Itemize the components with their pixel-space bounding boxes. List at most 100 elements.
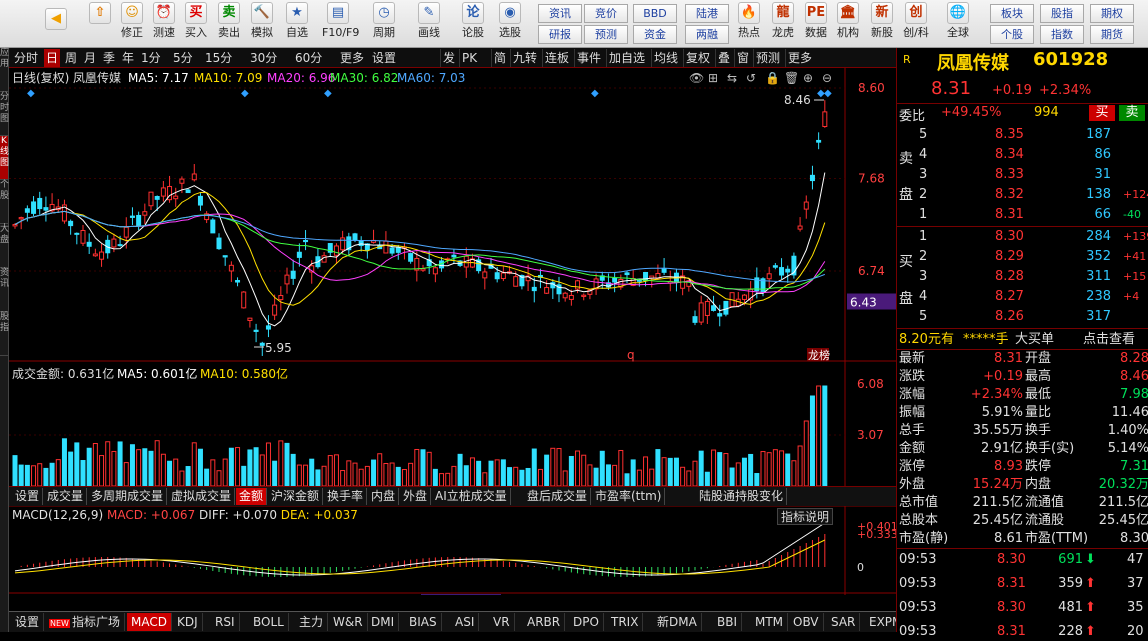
indicator-tab-2[interactable]: MACD (127, 613, 172, 631)
quick-link-资金[interactable]: 资金 (633, 25, 677, 44)
bids-row[interactable]: 1 8.30 284 +139 (897, 228, 1148, 246)
volume-tab-8[interactable]: 外盘 (400, 488, 432, 505)
indicator-tab-12[interactable]: ARBR (523, 613, 566, 631)
volume-tab-9[interactable]: AI立桩成交量 (432, 488, 511, 505)
bids-row[interactable]: 4 8.27 238 +4 (897, 288, 1148, 306)
chart-tool-icon-5[interactable]: 🗑 (784, 71, 799, 85)
asks-row[interactable]: 4 8.34 86 (897, 146, 1148, 164)
chart-tool-0[interactable]: 发 (440, 49, 457, 67)
chart-tool-3[interactable]: 九转 (510, 49, 539, 67)
big-order-row[interactable]: 8.20元有 *****手 大买单 点击查看 (897, 331, 1148, 349)
volume-tab-12[interactable]: 陆股通持股变化 (696, 488, 788, 505)
indicator-tab-9[interactable]: BIAS (405, 613, 442, 631)
chart-tool-7[interactable]: 均线 (651, 49, 680, 67)
indicator-tab-17[interactable]: MTM (751, 613, 789, 631)
volume-tab-7[interactable]: 内盘 (368, 488, 400, 505)
bids-row[interactable]: 5 8.26 317 (897, 308, 1148, 326)
quick-link-预测[interactable]: 预测 (584, 25, 628, 44)
left-tab-4[interactable]: 大盘 (0, 224, 9, 268)
toolbar-button-4[interactable]: 卖卖出 (213, 2, 245, 39)
indicator-tab-13[interactable]: DPO (569, 613, 604, 631)
asks-row[interactable]: 2 8.32 138 +124 (897, 186, 1148, 204)
dragon-tiger-tag[interactable]: 龙榜 (808, 348, 830, 362)
toolbar2-button-1[interactable]: 龍龙虎 (767, 2, 799, 39)
quick-link-两融[interactable]: 两融 (685, 25, 729, 44)
indicator-tab-18[interactable]: OBV (789, 613, 824, 631)
period-tab-1[interactable]: 日 (44, 49, 61, 67)
volume-tab-11[interactable]: 市盈率(ttm) (592, 488, 666, 505)
quick-link-期权[interactable]: 期权 (1090, 4, 1134, 23)
asks-row[interactable]: 5 8.35 187 (897, 126, 1148, 144)
chart-tool-icon-6[interactable]: ⊕ (803, 71, 813, 85)
chart-tool-9[interactable]: 叠 (715, 49, 732, 67)
quick-link-指数[interactable]: 指数 (1040, 25, 1084, 44)
period-tab-12[interactable]: 设置 (370, 49, 398, 67)
chart-tool-icon-2[interactable]: ⇆ (727, 71, 737, 85)
toolbar-button-3[interactable]: 买买入 (180, 2, 212, 39)
event-marker-icon[interactable]: ◆ (324, 88, 332, 99)
indicator-tab-16[interactable]: BBI (713, 613, 743, 631)
volume-tab-4[interactable]: 金额 (236, 488, 268, 505)
chart-tool-8[interactable]: 复权 (683, 49, 712, 67)
volume-tab-6[interactable]: 换手率 (324, 488, 368, 505)
chart-tool-icon-0[interactable]: 👁 (689, 71, 704, 85)
left-tab-6[interactable]: 股指 (0, 312, 9, 356)
toolbar2-button-5[interactable]: 创创/科 (900, 2, 932, 39)
indicator-help-button[interactable]: 指标说明 (777, 508, 834, 525)
asks-row[interactable]: 3 8.33 31 (897, 166, 1148, 184)
chart-tool-4[interactable]: 连板 (542, 49, 571, 67)
toolbar-button-5[interactable]: 🔨 模拟 (246, 2, 278, 39)
volume-tab-1[interactable]: 成交量 (44, 488, 88, 505)
toolbar-button-0[interactable]: ⇧ (84, 2, 116, 26)
volume-tab-10[interactable]: 盘后成交量 (524, 488, 592, 505)
period-tab-10[interactable]: 60分 (293, 49, 324, 67)
toolbar-button-10[interactable]: 论论股 (457, 2, 489, 39)
toolbar2-button-6[interactable]: 🌐 全球 (942, 2, 974, 39)
quick-link-股指[interactable]: 股指 (1040, 4, 1084, 23)
period-tab-3[interactable]: 月 (82, 49, 98, 67)
bids-row[interactable]: 2 8.29 352 +41 (897, 248, 1148, 266)
volume-tab-5[interactable]: 沪深金额 (268, 488, 324, 505)
volume-tab-2[interactable]: 多周期成交量 (88, 488, 168, 505)
toolbar-button-1[interactable]: ☺ 修正 (116, 2, 148, 39)
bids-row[interactable]: 3 8.28 311 +15 (897, 268, 1148, 286)
toolbar2-button-0[interactable]: 🔥 热点 (733, 2, 765, 39)
toolbar-button-9[interactable]: ✎ 画线 (413, 2, 445, 39)
chart-tool-2[interactable]: 简 (491, 49, 508, 67)
quick-link-研报[interactable]: 研报 (538, 25, 582, 44)
indicator-tab-14[interactable]: TRIX (607, 613, 644, 631)
toolbar2-button-3[interactable]: 🏛 机构 (832, 2, 864, 39)
chart-tool-11[interactable]: 预测 (753, 49, 782, 67)
event-marker-icon[interactable]: ◆ (591, 88, 599, 99)
period-tab-7[interactable]: 5分 (171, 49, 195, 67)
chart-tool-10[interactable]: 窗 (734, 49, 751, 67)
chart-tool-icon-7[interactable]: ⊖ (822, 71, 832, 85)
left-tab-5[interactable]: 资讯 (0, 268, 9, 312)
chart-tool-icon-4[interactable]: 🔒 (765, 71, 780, 85)
event-marker-icon[interactable]: ◆ (27, 88, 35, 99)
toolbar2-button-4[interactable]: 新新股 (866, 2, 898, 39)
volume-tab-0[interactable]: 设置 (12, 488, 44, 505)
period-tab-2[interactable]: 周 (63, 49, 79, 67)
quick-link-竞价[interactable]: 竞价 (584, 4, 628, 23)
chart-tool-icon-3[interactable]: ↺ (746, 71, 756, 85)
period-tab-11[interactable]: 更多 (338, 49, 366, 67)
asks-row[interactable]: 1 8.31 66 -40 (897, 206, 1148, 224)
indicator-tab-7[interactable]: W&R (329, 613, 368, 631)
chart-tool-6[interactable]: 加自选 (606, 49, 647, 67)
buy-button[interactable]: 买 (1089, 105, 1115, 121)
indicator-tab-11[interactable]: VR (489, 613, 515, 631)
period-tab-8[interactable]: 15分 (203, 49, 234, 67)
volume-tab-3[interactable]: 虚拟成交量 (168, 488, 236, 505)
left-tab-3[interactable]: 个股 (0, 180, 9, 224)
period-tab-0[interactable]: 分时 (12, 49, 40, 67)
indicator-tab-3[interactable]: KDJ (173, 613, 203, 631)
chart-tool-1[interactable]: PK (459, 49, 479, 67)
indicator-tab-4[interactable]: RSI (211, 613, 240, 631)
indicator-tab-5[interactable]: BOLL (249, 613, 289, 631)
event-marker-icon[interactable]: ◆ (241, 88, 249, 99)
left-tab-2[interactable]: K线图 (0, 136, 9, 180)
toolbar-button-8[interactable]: ◷ 周期 (368, 2, 400, 39)
indicator-tab-10[interactable]: ASI (451, 613, 480, 631)
quick-link-板块[interactable]: 板块 (990, 4, 1034, 23)
